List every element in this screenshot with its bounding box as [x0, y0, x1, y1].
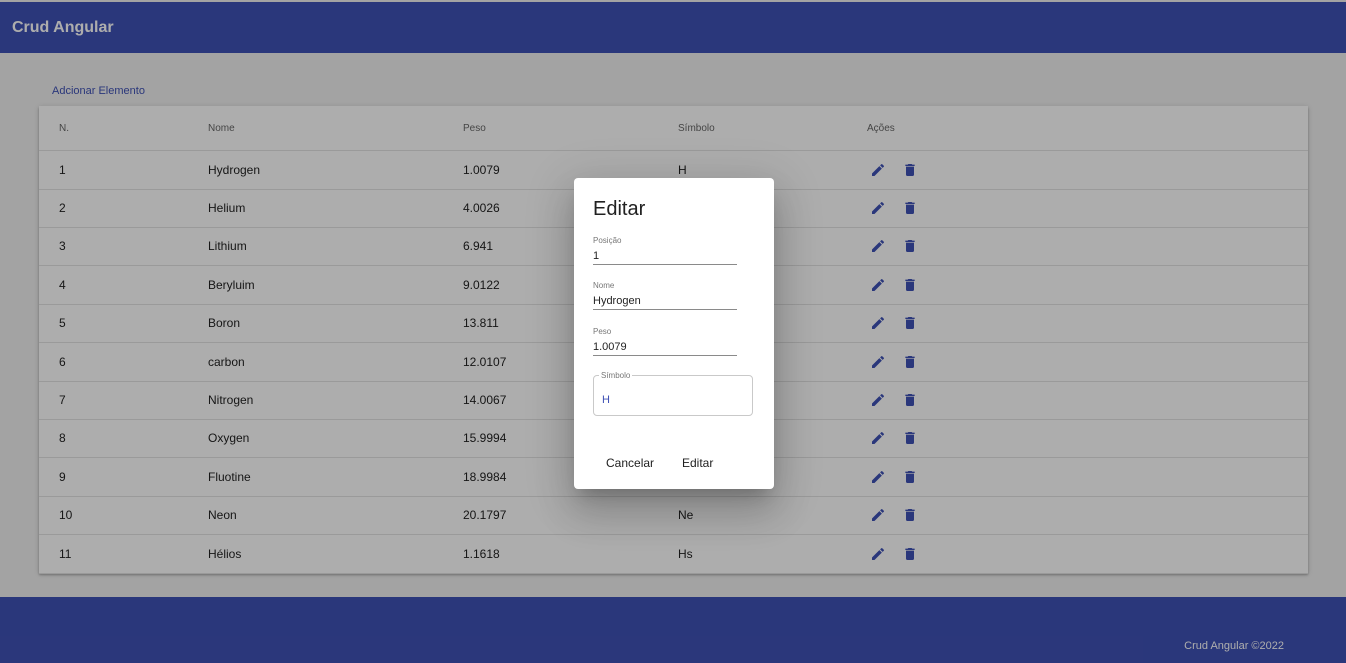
- posicao-field: Posição: [593, 236, 737, 265]
- simbolo-label: Símbolo: [599, 371, 633, 380]
- simbolo-input[interactable]: [602, 393, 742, 407]
- posicao-input[interactable]: [593, 248, 737, 264]
- dialog-title: Editar: [593, 198, 646, 220]
- peso-label: Peso: [593, 327, 612, 336]
- edit-confirm-button[interactable]: Editar: [674, 452, 721, 474]
- posicao-label: Posição: [593, 236, 622, 245]
- nome-field: Nome: [593, 281, 737, 310]
- simbolo-field: Símbolo: [593, 371, 753, 416]
- nome-label: Nome: [593, 281, 615, 290]
- peso-field: Peso: [593, 327, 737, 356]
- peso-input[interactable]: [593, 339, 737, 355]
- edit-dialog: Editar Posição Nome Peso Símbolo Cancela…: [574, 178, 774, 489]
- cancel-button[interactable]: Cancelar: [598, 452, 662, 474]
- nome-input[interactable]: [593, 293, 737, 309]
